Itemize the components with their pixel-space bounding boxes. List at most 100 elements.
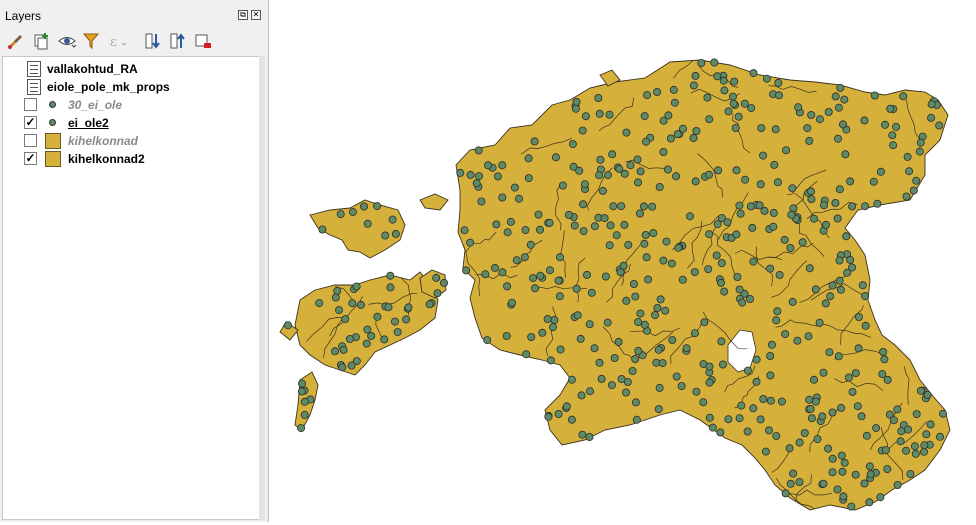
map-point: [766, 371, 775, 380]
map-point: [590, 222, 599, 231]
map-point: [731, 124, 740, 133]
layer-visibility-checkbox[interactable]: [24, 134, 37, 147]
layer-visibility-checkbox[interactable]: ✓: [24, 116, 37, 129]
layer-tree-scrollbar[interactable]: [259, 56, 265, 520]
map-point: [432, 273, 441, 282]
map-point: [888, 131, 897, 140]
map-point: [609, 202, 618, 211]
map-point: [595, 171, 604, 180]
map-point: [585, 320, 594, 329]
map-point: [807, 111, 816, 120]
map-point: [653, 303, 662, 312]
map-point: [757, 124, 766, 133]
map-point: [703, 93, 712, 102]
map-point: [526, 240, 535, 249]
map-point: [576, 334, 585, 343]
map-svg[interactable]: [270, 0, 976, 522]
map-point: [474, 146, 483, 155]
map-point: [477, 197, 486, 206]
add-group-icon[interactable]: [31, 31, 51, 51]
map-point: [749, 69, 758, 78]
map-point: [672, 172, 681, 181]
polygon-symbol-icon: [45, 133, 61, 149]
float-panel-button[interactable]: ⧉: [238, 10, 248, 20]
map-point: [605, 110, 614, 119]
map-point: [649, 229, 658, 238]
map-point: [460, 226, 469, 235]
map-point: [772, 432, 781, 441]
map-point: [564, 210, 573, 219]
map-point: [622, 128, 631, 137]
map-point: [556, 345, 565, 354]
manage-visibility-eye-icon[interactable]: [57, 31, 77, 51]
map-point: [631, 292, 640, 301]
map-point: [404, 303, 413, 312]
map-point: [840, 458, 849, 467]
expand-all-icon[interactable]: [143, 31, 163, 51]
map-point: [579, 200, 588, 209]
layer-item-eiole-pole-mk-props[interactable]: eiole_pole_mk_props: [3, 78, 253, 96]
layer-item-kihelkonnad[interactable]: kihelkonnad: [3, 132, 253, 150]
map-point: [815, 318, 824, 327]
map-point: [544, 412, 553, 421]
map-point: [755, 201, 764, 210]
close-panel-button[interactable]: ✕: [251, 10, 261, 20]
layer-item-kihelkonnad2[interactable]: ✓ kihelkonnad2: [3, 150, 253, 168]
map-point: [749, 404, 758, 413]
map-point: [617, 202, 626, 211]
map-point: [764, 426, 773, 435]
map-point: [614, 337, 623, 346]
map-point: [620, 169, 629, 178]
map-point: [610, 353, 619, 362]
map-point: [545, 266, 554, 275]
layer-visibility-checkbox[interactable]: ✓: [24, 152, 37, 165]
map-point: [881, 446, 890, 455]
map-point: [636, 309, 645, 318]
map-point: [567, 415, 576, 424]
layer-item-vallakohtud-ra[interactable]: vallakohtud_RA: [3, 60, 253, 78]
map-point: [902, 446, 911, 455]
map-point: [838, 467, 847, 476]
map-point: [548, 323, 557, 332]
map-point: [718, 360, 727, 369]
map-point: [612, 231, 621, 240]
map-point: [865, 498, 874, 507]
map-point: [585, 387, 594, 396]
map-point: [568, 140, 577, 149]
map-point: [846, 177, 855, 186]
filter-expression-icon[interactable]: ε: [107, 31, 127, 51]
collapse-all-icon[interactable]: [168, 31, 188, 51]
layer-visibility-checkbox[interactable]: [24, 98, 37, 111]
map-point: [545, 218, 554, 227]
map-point: [595, 109, 604, 118]
table-layer-icon: [27, 79, 41, 95]
map-point: [348, 208, 357, 217]
map-point: [483, 161, 492, 170]
filter-legend-icon[interactable]: [81, 31, 101, 51]
map-point: [800, 428, 809, 437]
map-point: [861, 292, 870, 301]
map-point: [912, 410, 921, 419]
map-point: [807, 414, 816, 423]
layer-item-30-ei-ole[interactable]: 30_ei_ole: [3, 96, 253, 114]
map-point: [841, 150, 850, 159]
map-point: [713, 220, 722, 229]
map-point: [735, 414, 744, 423]
map-point: [673, 130, 682, 139]
map-point: [902, 192, 911, 201]
map-point: [781, 489, 790, 498]
map-point: [735, 285, 744, 294]
map-point: [654, 405, 663, 414]
map-canvas[interactable]: [270, 0, 976, 522]
layer-item-ei-ole2[interactable]: ✓ ei_ole2: [3, 114, 253, 132]
map-point: [692, 127, 701, 136]
remove-layer-icon[interactable]: [193, 31, 213, 51]
style-brush-icon[interactable]: [5, 31, 25, 51]
map-point: [554, 276, 563, 285]
map-point: [896, 437, 905, 446]
map-point: [712, 251, 721, 260]
map-point: [678, 275, 687, 284]
map-point: [716, 428, 725, 437]
map-point: [780, 235, 789, 244]
map-point: [338, 363, 347, 372]
